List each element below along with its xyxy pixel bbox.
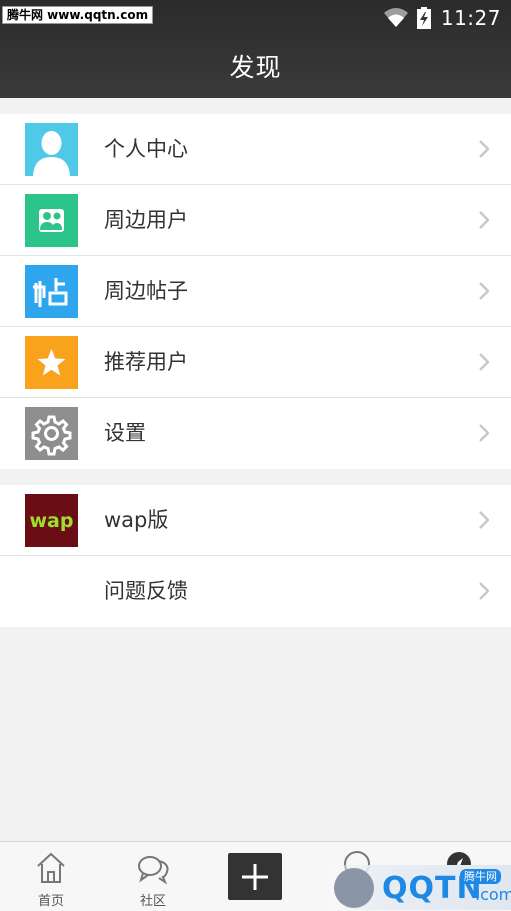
menu-group-main: 个人中心 周边用户 周边帖子 推荐用户 设置 <box>0 114 511 469</box>
users-icon <box>25 194 78 247</box>
menu-item-label: 推荐用户 <box>104 350 188 374</box>
menu-item-profile-center[interactable]: 个人中心 <box>0 114 511 185</box>
menu-item-nearby-posts[interactable]: 周边帖子 <box>0 256 511 327</box>
wap-icon: wap <box>25 494 78 547</box>
status-time: 11:27 <box>440 6 501 30</box>
logo-emblem-icon <box>334 868 374 908</box>
home-icon <box>37 852 65 883</box>
top-app-bar: 腾牛网 www.qqtn.com 11:27 发现 <box>0 0 511 98</box>
menu-item-label: 周边帖子 <box>104 279 188 303</box>
menu-item-settings[interactable]: 设置 <box>0 398 511 469</box>
watermark-logo: QQTN 腾牛网 .com <box>330 865 511 910</box>
menu-group-other: wap wap版 问题反馈 <box>0 485 511 627</box>
menu-item-label: 个人中心 <box>104 137 188 161</box>
chevron-right-icon <box>479 582 489 600</box>
add-icon <box>242 863 268 890</box>
battery-icon <box>416 7 431 29</box>
menu-item-label: 周边用户 <box>104 208 188 232</box>
menu-item-nearby-users[interactable]: 周边用户 <box>0 185 511 256</box>
menu-item-label: 问题反馈 <box>104 579 188 603</box>
menu-item-label: 设置 <box>104 421 146 445</box>
logo-suffix: .com <box>475 885 511 904</box>
tab-home[interactable]: 首页 <box>0 842 102 911</box>
menu-item-label: wap版 <box>104 508 169 532</box>
chevron-right-icon <box>479 511 489 529</box>
tab-label: 首页 <box>37 894 64 909</box>
chat-icon <box>138 856 169 885</box>
chevron-right-icon <box>479 140 489 158</box>
chevron-right-icon <box>479 211 489 229</box>
menu-item-wap[interactable]: wap wap版 <box>0 485 511 556</box>
wifi-icon <box>383 8 408 27</box>
post-icon <box>25 265 78 318</box>
star-icon <box>25 336 78 389</box>
tab-community[interactable]: 社区 <box>102 842 204 911</box>
chevron-right-icon <box>479 282 489 300</box>
gear-icon <box>25 407 78 460</box>
chevron-right-icon <box>479 353 489 371</box>
menu-item-recommended-users[interactable]: 推荐用户 <box>0 327 511 398</box>
logo-badge: 腾牛网 <box>460 869 501 884</box>
menu-item-feedback[interactable]: 问题反馈 <box>0 556 511 627</box>
wap-icon-text: wap <box>29 509 74 532</box>
tab-label: 社区 <box>139 894 166 909</box>
watermark-label: 腾牛网 www.qqtn.com <box>2 6 154 24</box>
person-icon <box>25 123 78 176</box>
chevron-right-icon <box>479 424 489 442</box>
status-bar: 11:27 <box>383 4 501 32</box>
page-title: 发现 <box>229 53 282 82</box>
add-post-button[interactable] <box>228 853 282 900</box>
